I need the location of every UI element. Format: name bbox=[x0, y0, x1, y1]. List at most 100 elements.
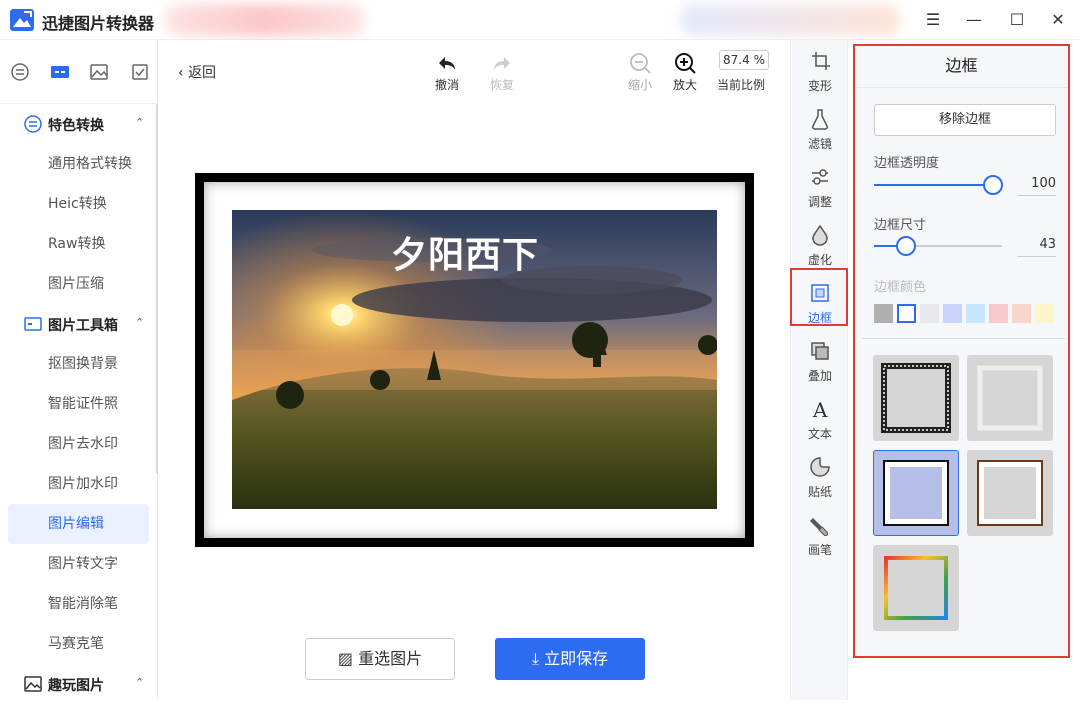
sidebar-item-id-photo[interactable]: 智能证件照 bbox=[8, 384, 149, 424]
border-preset-brown[interactable] bbox=[967, 450, 1053, 536]
group-label: 特色转换 bbox=[48, 118, 104, 134]
sidebar-tabs bbox=[0, 40, 158, 104]
convert-tab-icon[interactable] bbox=[10, 62, 30, 82]
color-swatch[interactable] bbox=[897, 304, 916, 323]
image-tab-icon[interactable] bbox=[89, 62, 109, 82]
zoom-ratio-label: 当前比例 bbox=[717, 78, 766, 92]
sidebar-item-cutout[interactable]: 抠图换背景 bbox=[8, 344, 149, 384]
border-settings-panel: 边框 移除边框 边框透明度 100 边框尺寸 43 边框颜色 bbox=[853, 44, 1070, 658]
color-swatch[interactable] bbox=[989, 304, 1008, 323]
sidebar-item-remove-watermark[interactable]: 图片去水印 bbox=[8, 424, 149, 464]
group-label: 图片工具箱 bbox=[48, 318, 118, 334]
caret-up-icon: ⌃ bbox=[135, 316, 145, 329]
border-preset-soft[interactable] bbox=[967, 355, 1053, 441]
back-label: 返回 bbox=[188, 65, 217, 81]
tool-brush[interactable]: 画笔 bbox=[791, 508, 849, 566]
save-button[interactable]: ⤓ 立即保存 bbox=[495, 638, 645, 680]
undo-icon bbox=[439, 57, 455, 70]
sidebar-item-ocr[interactable]: 图片转文字 bbox=[8, 544, 149, 584]
tool-transform[interactable]: 变形 bbox=[791, 44, 849, 102]
flask-icon bbox=[811, 109, 829, 130]
opacity-slider[interactable] bbox=[874, 175, 1003, 195]
adjust-sliders-icon bbox=[812, 169, 828, 185]
fun-image-icon bbox=[24, 676, 42, 692]
group-toolbox[interactable]: 图片工具箱 ⌃ bbox=[0, 304, 158, 344]
tool-label: 文本 bbox=[807, 427, 832, 441]
tool-label: 滤镜 bbox=[807, 137, 832, 151]
size-value[interactable]: 43 bbox=[1018, 237, 1056, 257]
edited-photo[interactable]: 夕阳西下 bbox=[232, 210, 717, 509]
tool-label: 贴纸 bbox=[807, 485, 832, 499]
size-slider[interactable] bbox=[874, 236, 1002, 256]
redo-button[interactable]: 恢复 bbox=[482, 50, 522, 93]
svg-text:A: A bbox=[812, 398, 828, 420]
tool-label: 变形 bbox=[807, 79, 832, 93]
brush-icon bbox=[810, 518, 829, 536]
save-label: 立即保存 bbox=[544, 649, 609, 668]
back-button[interactable]: ‹ 返回 bbox=[178, 62, 216, 82]
opacity-value[interactable]: 100 bbox=[1018, 176, 1056, 196]
rainbow-border-icon bbox=[884, 556, 948, 620]
redo-label: 恢复 bbox=[489, 78, 514, 92]
remove-border-button[interactable]: 移除边框 bbox=[874, 104, 1056, 136]
color-swatch[interactable] bbox=[966, 304, 985, 323]
sidebar-item-raw[interactable]: Raw转换 bbox=[8, 224, 149, 264]
tool-label: 叠加 bbox=[807, 369, 832, 383]
menu-icon[interactable]: ☰ bbox=[921, 8, 945, 32]
zoom-out-icon bbox=[630, 53, 651, 74]
blurred-banner bbox=[680, 4, 900, 36]
border-preset-black-white[interactable] bbox=[873, 450, 959, 536]
sidebar-item-eraser[interactable]: 智能消除笔 bbox=[8, 584, 149, 624]
zoom-in-label: 放大 bbox=[672, 78, 697, 92]
editor-canvas: ‹ 返回 撤消 恢复 缩小 放大 87.4 % 当前比例 夕阳西下 ▨ 重选图片… bbox=[158, 40, 790, 700]
toolbox-tab-icon[interactable] bbox=[50, 62, 70, 82]
opacity-label: 边框透明度 bbox=[874, 156, 940, 171]
app-title: 迅捷图片转换器 bbox=[42, 14, 155, 33]
droplet-icon bbox=[812, 224, 828, 246]
redo-icon bbox=[494, 57, 510, 70]
soft-border-icon bbox=[977, 365, 1043, 431]
color-swatch[interactable] bbox=[1012, 304, 1031, 323]
group-fun[interactable]: 趣玩图片 ⌃ bbox=[0, 664, 158, 704]
sidebar-item-mosaic[interactable]: 马赛克笔 bbox=[8, 624, 149, 664]
sidebar-item-heic[interactable]: Heic转换 bbox=[8, 184, 149, 224]
app-logo-icon bbox=[10, 9, 34, 31]
download-icon: ⤓ bbox=[531, 649, 545, 668]
reselect-image-button[interactable]: ▨ 重选图片 bbox=[305, 638, 455, 680]
film-border-icon bbox=[881, 363, 951, 433]
sidebar-item-format-convert[interactable]: 通用格式转换 bbox=[8, 144, 149, 184]
color-swatch[interactable] bbox=[943, 304, 962, 323]
convert-icon bbox=[24, 115, 42, 133]
tool-overlay[interactable]: 叠加 bbox=[791, 334, 849, 392]
color-swatch[interactable] bbox=[1035, 304, 1054, 323]
maximize-button[interactable]: ☐ bbox=[1005, 8, 1029, 32]
tool-label: 画笔 bbox=[807, 543, 832, 557]
sidebar-item-image-edit[interactable]: 图片编辑 bbox=[8, 504, 149, 544]
zoom-in-button[interactable]: 放大 bbox=[665, 50, 705, 93]
zoom-out-button[interactable]: 缩小 bbox=[620, 50, 660, 93]
image-icon: ▨ bbox=[337, 649, 359, 668]
minimize-button[interactable]: — bbox=[962, 8, 986, 32]
check-tab-icon[interactable] bbox=[130, 62, 150, 82]
border-preset-rainbow[interactable] bbox=[873, 545, 959, 631]
group-feature-convert[interactable]: 特色转换 ⌃ bbox=[0, 104, 158, 144]
sidebar-item-add-watermark[interactable]: 图片加水印 bbox=[8, 464, 149, 504]
text-icon: A bbox=[812, 398, 828, 420]
border-preset-film[interactable] bbox=[873, 355, 959, 441]
tool-sticker[interactable]: 贴纸 bbox=[791, 450, 849, 508]
toolbox-icon bbox=[24, 317, 42, 331]
sidebar-item-compress[interactable]: 图片压缩 bbox=[8, 264, 149, 304]
close-button[interactable]: ✕ bbox=[1046, 8, 1070, 32]
color-swatch[interactable] bbox=[874, 304, 893, 323]
reselect-label: 重选图片 bbox=[358, 649, 423, 668]
zoom-ratio-input[interactable]: 87.4 % bbox=[719, 50, 769, 70]
undo-label: 撤消 bbox=[434, 78, 459, 92]
color-label: 边框颜色 bbox=[874, 280, 927, 295]
opacity-slider-thumb[interactable] bbox=[983, 175, 1003, 195]
size-slider-thumb[interactable] bbox=[896, 236, 916, 256]
tool-adjust[interactable]: 调整 bbox=[791, 160, 849, 218]
color-swatch[interactable] bbox=[920, 304, 939, 323]
tool-text[interactable]: A 文本 bbox=[791, 392, 849, 450]
tool-filter[interactable]: 滤镜 bbox=[791, 102, 849, 160]
undo-button[interactable]: 撤消 bbox=[427, 50, 467, 93]
